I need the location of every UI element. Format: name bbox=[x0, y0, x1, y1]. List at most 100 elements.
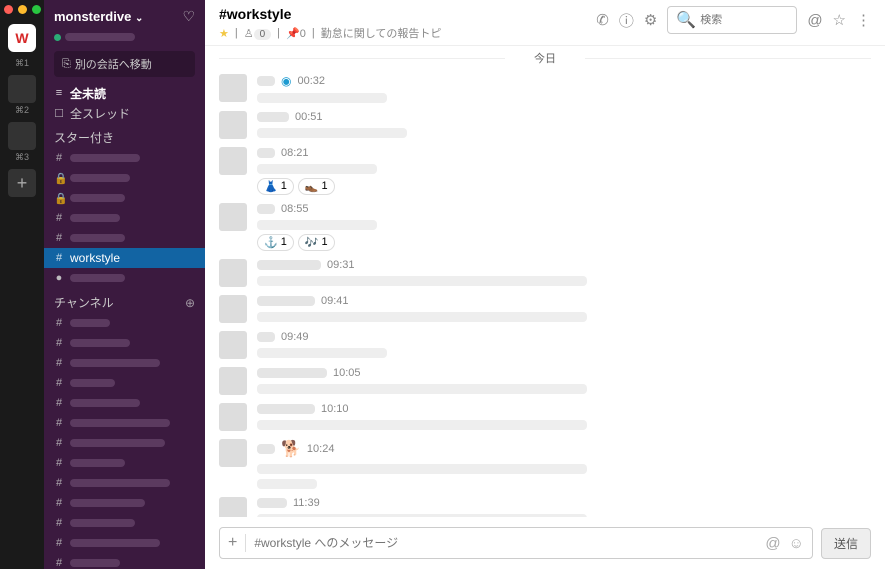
sidebar-item[interactable]: # bbox=[44, 373, 205, 393]
more-icon[interactable]: ⋮ bbox=[856, 11, 871, 29]
search-input[interactable] bbox=[700, 14, 788, 26]
workspace-switcher[interactable]: monsterdive ⌄ ♡ bbox=[44, 0, 205, 33]
add-workspace-button[interactable]: + bbox=[8, 169, 36, 197]
sidebar-item-workstyle[interactable]: #workstyle bbox=[44, 248, 205, 268]
reaction[interactable]: 👞1 bbox=[298, 178, 335, 195]
message[interactable]: 09:49 bbox=[217, 327, 873, 363]
message[interactable]: 08:21 👗1👞1 bbox=[217, 143, 873, 199]
sidebar-item[interactable]: # bbox=[44, 208, 205, 228]
avatar[interactable] bbox=[219, 74, 247, 102]
message[interactable]: 08:55 ⚓1🎶1 bbox=[217, 199, 873, 255]
avatar[interactable] bbox=[219, 439, 247, 467]
jump-to[interactable]: ⎘別の会話へ移動 bbox=[54, 51, 195, 77]
timestamp[interactable]: 10:24 bbox=[307, 443, 335, 455]
sidebar-item[interactable]: # bbox=[44, 553, 205, 569]
timestamp[interactable]: 00:51 bbox=[295, 111, 323, 123]
avatar[interactable] bbox=[219, 367, 247, 395]
sidebar-item[interactable]: # bbox=[44, 393, 205, 413]
message[interactable]: 10:10 bbox=[217, 399, 873, 435]
search-box[interactable]: 🔍 bbox=[667, 6, 797, 34]
sidebar-item[interactable]: # bbox=[44, 533, 205, 553]
avatar[interactable] bbox=[219, 203, 247, 231]
window-controls[interactable] bbox=[4, 5, 41, 14]
members-icon[interactable]: ♙0 bbox=[244, 27, 271, 40]
sidebar-item[interactable]: # bbox=[44, 473, 205, 493]
channel-topic[interactable]: 勤怠に関しての報告トピ bbox=[321, 25, 442, 41]
author-name[interactable] bbox=[257, 260, 321, 270]
author-name[interactable] bbox=[257, 148, 275, 158]
avatar[interactable] bbox=[219, 403, 247, 431]
message[interactable]: 09:31 bbox=[217, 255, 873, 291]
reaction[interactable]: 🎶1 bbox=[298, 234, 335, 251]
sidebar-item[interactable]: # bbox=[44, 493, 205, 513]
sidebar-item[interactable]: # bbox=[44, 413, 205, 433]
add-channel-icon[interactable]: ⊕ bbox=[185, 296, 195, 310]
workspace-icon[interactable]: W bbox=[8, 24, 36, 52]
timestamp[interactable]: 09:31 bbox=[327, 259, 355, 271]
workspace-slot[interactable] bbox=[8, 75, 36, 103]
all-threads[interactable]: ☐全スレッド bbox=[44, 103, 205, 123]
timestamp[interactable]: 09:41 bbox=[321, 295, 349, 307]
timestamp[interactable]: 09:49 bbox=[281, 331, 309, 343]
info-icon[interactable]: ⓘ bbox=[619, 10, 634, 31]
message-body bbox=[257, 348, 387, 358]
call-icon[interactable]: ✆ bbox=[596, 11, 609, 29]
message[interactable]: 11:39 bbox=[217, 493, 873, 517]
message[interactable]: 09:41 bbox=[217, 291, 873, 327]
sidebar-item[interactable]: # bbox=[44, 453, 205, 473]
send-button[interactable]: 送信 bbox=[821, 528, 871, 559]
attach-button[interactable]: + bbox=[228, 534, 246, 552]
message-input[interactable] bbox=[254, 536, 757, 550]
all-unread[interactable]: ≡全未読 bbox=[44, 83, 205, 103]
message[interactable]: 🐕10:24 bbox=[217, 435, 873, 493]
reaction[interactable]: 👗1 bbox=[257, 178, 294, 195]
star-icon[interactable]: ★ bbox=[219, 27, 229, 40]
sidebar-item[interactable]: # bbox=[44, 333, 205, 353]
author-name[interactable] bbox=[257, 332, 275, 342]
timestamp[interactable]: 00:32 bbox=[297, 75, 325, 87]
author-name[interactable] bbox=[257, 404, 315, 414]
mentions-icon[interactable]: @ bbox=[807, 12, 822, 29]
avatar[interactable] bbox=[219, 111, 247, 139]
star-list-icon[interactable]: ☆ bbox=[833, 11, 846, 29]
author-name[interactable] bbox=[257, 368, 327, 378]
author-name[interactable] bbox=[257, 112, 289, 122]
timestamp[interactable]: 10:05 bbox=[333, 367, 361, 379]
author-name[interactable] bbox=[257, 444, 275, 454]
avatar[interactable] bbox=[219, 259, 247, 287]
sidebar-item[interactable]: ● bbox=[44, 268, 205, 288]
user-presence[interactable] bbox=[44, 33, 205, 47]
author-name[interactable] bbox=[257, 204, 275, 214]
avatar[interactable] bbox=[219, 497, 247, 517]
timestamp[interactable]: 11:39 bbox=[293, 497, 320, 509]
reaction[interactable]: ⚓1 bbox=[257, 234, 294, 251]
author-name[interactable] bbox=[257, 296, 315, 306]
emoji-button[interactable]: ☺ bbox=[789, 535, 804, 552]
sidebar-item[interactable]: # bbox=[44, 313, 205, 333]
author-name[interactable] bbox=[257, 498, 287, 508]
avatar[interactable] bbox=[219, 331, 247, 359]
avatar[interactable] bbox=[219, 147, 247, 175]
timestamp[interactable]: 08:21 bbox=[281, 147, 309, 159]
message[interactable]: 10:05 bbox=[217, 363, 873, 399]
sidebar-item[interactable]: 🔒 bbox=[44, 188, 205, 208]
message-body bbox=[257, 464, 587, 474]
sidebar-item[interactable]: # bbox=[44, 513, 205, 533]
gear-icon[interactable]: ⚙ bbox=[644, 11, 657, 29]
mention-button[interactable]: @ bbox=[765, 535, 780, 552]
timestamp[interactable]: 10:10 bbox=[321, 403, 349, 415]
message[interactable]: 00:51 bbox=[217, 107, 873, 143]
pins-icon[interactable]: 📌0 bbox=[286, 27, 306, 40]
timestamp[interactable]: 08:55 bbox=[281, 203, 309, 215]
channel-title[interactable]: #workstyle bbox=[219, 6, 441, 22]
sidebar-item[interactable]: # bbox=[44, 228, 205, 248]
sidebar-item[interactable]: # bbox=[44, 353, 205, 373]
sidebar-item[interactable]: # bbox=[44, 433, 205, 453]
sidebar-item[interactable]: 🔒 bbox=[44, 168, 205, 188]
avatar[interactable] bbox=[219, 295, 247, 323]
bell-icon[interactable]: ♡ bbox=[182, 8, 195, 25]
sidebar-item[interactable]: # bbox=[44, 148, 205, 168]
author-name[interactable] bbox=[257, 76, 275, 86]
message[interactable]: ◉00:32 bbox=[217, 70, 873, 107]
workspace-slot[interactable] bbox=[8, 122, 36, 150]
